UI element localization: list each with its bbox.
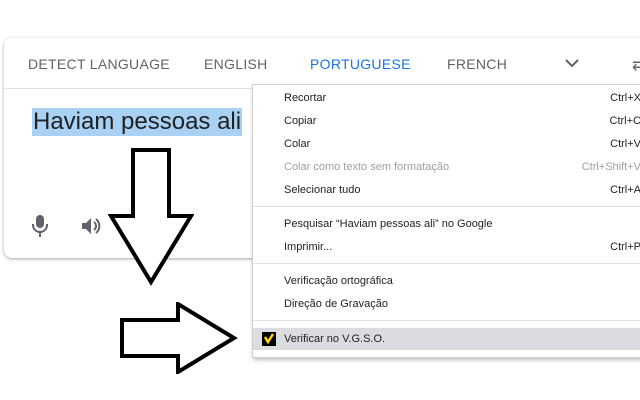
menu-item-verify-vgso[interactable]: Verificar no V.G.S.O. <box>253 328 640 350</box>
microphone-icon[interactable] <box>31 214 49 238</box>
menu-item-writing-direction[interactable]: Direção de Gravação <box>253 293 640 315</box>
menu-item-select-all[interactable]: Selecionar tudo Ctrl+A <box>253 179 640 201</box>
speaker-icon[interactable] <box>80 215 102 237</box>
context-menu: Recortar Ctrl+X Copiar Ctrl+C Colar Ctrl… <box>252 84 640 358</box>
menu-item-paste-plain[interactable]: Colar como texto sem formatação Ctrl+Shi… <box>253 156 640 178</box>
menu-separator <box>253 206 640 207</box>
tab-french[interactable]: FRENCH <box>447 56 507 72</box>
menu-item-cut[interactable]: Recortar Ctrl+X <box>253 87 640 109</box>
menu-item-search-google[interactable]: Pesquisar “Haviam pessoas ali” no Google <box>253 213 640 235</box>
menu-separator <box>253 320 640 321</box>
tab-portuguese[interactable]: PORTUGUESE <box>310 56 411 72</box>
tab-english[interactable]: ENGLISH <box>204 56 268 72</box>
menu-item-paste[interactable]: Colar Ctrl+V <box>253 133 640 155</box>
swap-arrows-icon[interactable]: ⇄ <box>632 55 640 75</box>
menu-separator <box>253 263 640 264</box>
source-text-input[interactable]: Haviam pessoas ali <box>32 108 243 136</box>
menu-item-copy[interactable]: Copiar Ctrl+C <box>253 110 640 132</box>
chevron-down-icon[interactable] <box>562 53 582 73</box>
hollow-arrow-right-icon <box>120 302 238 374</box>
hollow-arrow-down-icon <box>108 148 194 286</box>
language-tabs: DETECT LANGUAGE ENGLISH PORTUGUESE FRENC… <box>4 38 640 89</box>
tab-detect-language[interactable]: DETECT LANGUAGE <box>28 56 170 72</box>
menu-item-print[interactable]: Imprimir... Ctrl+P <box>253 236 640 258</box>
vgso-extension-icon <box>262 332 276 346</box>
menu-item-spellcheck[interactable]: Verificação ortográfica <box>253 270 640 292</box>
